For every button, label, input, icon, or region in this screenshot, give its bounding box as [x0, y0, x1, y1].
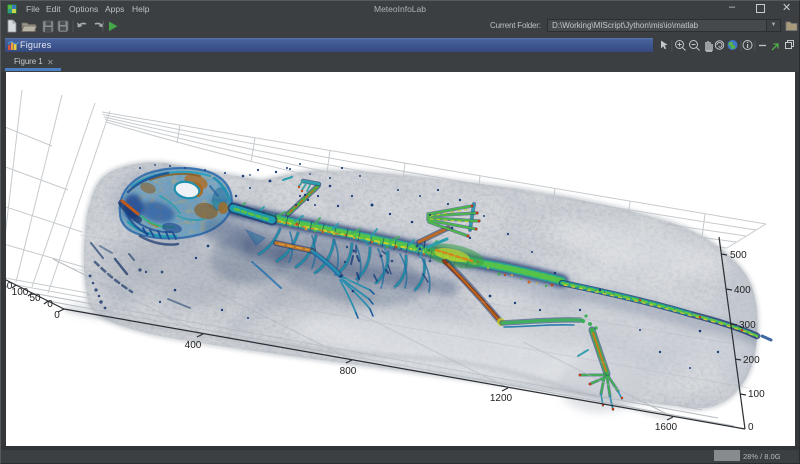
svg-text:400: 400: [185, 340, 202, 351]
svg-text:300: 300: [739, 320, 756, 331]
svg-text:200: 200: [743, 355, 760, 366]
svg-text:0: 0: [47, 299, 53, 310]
svg-text:50: 50: [29, 293, 41, 304]
svg-text:0: 0: [748, 422, 754, 433]
svg-text:100: 100: [12, 287, 29, 298]
svg-text:1600: 1600: [655, 422, 678, 433]
svg-text:0: 0: [54, 310, 60, 321]
svg-text:1200: 1200: [490, 393, 513, 404]
svg-text:150: 150: [6, 281, 13, 292]
svg-text:400: 400: [734, 285, 751, 296]
svg-text:100: 100: [748, 389, 765, 400]
svg-text:500: 500: [730, 250, 747, 261]
svg-text:800: 800: [340, 366, 357, 377]
